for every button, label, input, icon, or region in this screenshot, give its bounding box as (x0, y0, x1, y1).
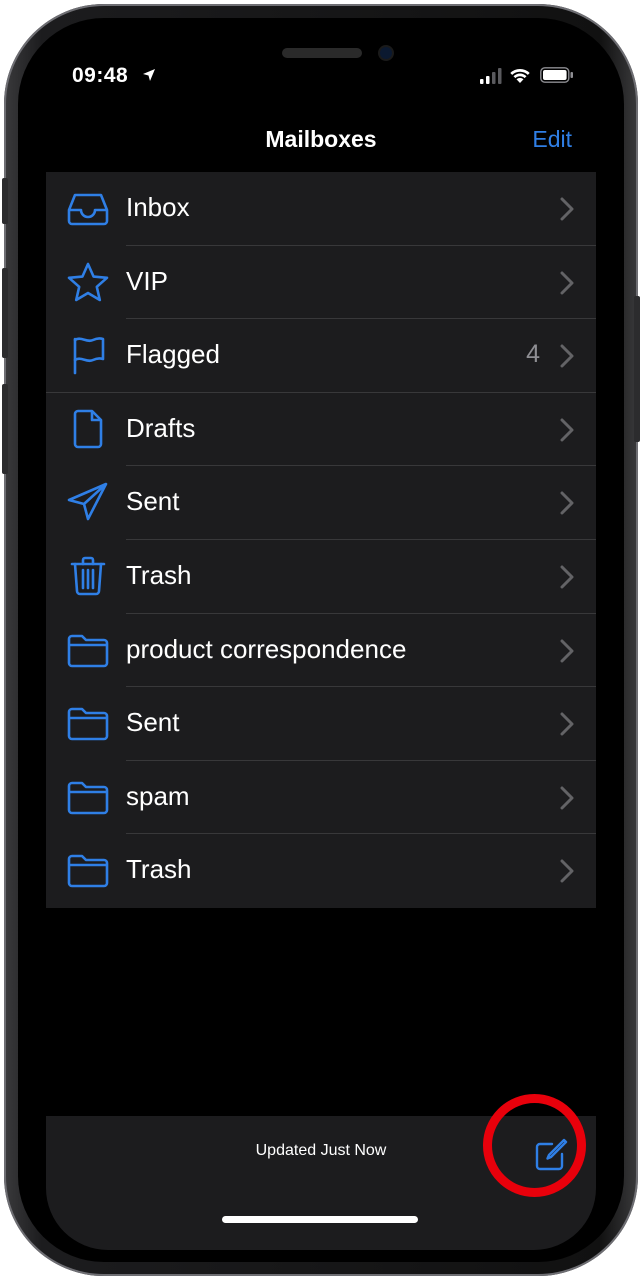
battery-icon (540, 67, 574, 88)
folder-icon (66, 703, 110, 743)
home-indicator[interactable] (222, 1216, 418, 1223)
power-button (634, 296, 640, 442)
action-button (2, 178, 8, 224)
front-camera (380, 47, 392, 59)
mailbox-label: Inbox (126, 192, 190, 222)
folder-icon (66, 630, 110, 670)
chevron-right-icon (560, 418, 574, 442)
screen: 09:48 Mailboxes Edit Inbox VIP Flagged 4… (46, 30, 596, 1250)
mailbox-label: Trash (126, 559, 192, 590)
mailbox-row-spam[interactable]: spam (46, 761, 596, 835)
mailbox-label: Flagged (126, 339, 220, 370)
chevron-right-icon (560, 786, 574, 810)
cellular-signal-icon (480, 68, 502, 89)
inbox-tray-icon (66, 188, 110, 228)
mailbox-row-trash-folder[interactable]: Trash (46, 834, 596, 908)
mailbox-row-flagged[interactable]: Flagged 4 (46, 319, 596, 393)
mailbox-list: Inbox VIP Flagged 4 Drafts Sent Trash pr… (46, 172, 596, 908)
mailbox-label: spam (126, 780, 190, 811)
status-time: 09:48 (72, 64, 129, 87)
unread-count: 4 (526, 340, 540, 369)
mailbox-label: Sent (126, 707, 180, 738)
chevron-right-icon (560, 197, 574, 221)
mailbox-row-trash[interactable]: Trash (46, 540, 596, 614)
highlight-circle (483, 1094, 586, 1197)
chevron-right-icon (560, 491, 574, 515)
mailbox-row-drafts[interactable]: Drafts (46, 393, 596, 467)
chevron-right-icon (560, 271, 574, 295)
mailbox-row-sent-folder[interactable]: Sent (46, 687, 596, 761)
folder-icon (66, 850, 110, 890)
chevron-right-icon (560, 565, 574, 589)
star-icon (66, 262, 110, 302)
folder-icon (66, 777, 110, 817)
mailbox-label: Drafts (126, 412, 196, 443)
mailbox-row-vip[interactable]: VIP (46, 246, 596, 320)
wifi-icon (508, 66, 532, 89)
chevron-right-icon (560, 344, 574, 368)
document-icon (66, 409, 110, 449)
flag-icon (66, 335, 110, 375)
mailbox-label: product correspondence (126, 633, 407, 664)
chevron-right-icon (560, 639, 574, 663)
mailbox-label: Trash (126, 854, 192, 885)
chevron-right-icon (560, 712, 574, 736)
volume-up-button (2, 268, 8, 358)
paper-plane-icon (66, 482, 110, 522)
mailbox-label: Sent (126, 486, 180, 517)
earpiece-speaker (282, 48, 362, 58)
volume-down-button (2, 384, 8, 474)
location-arrow-icon (142, 68, 156, 87)
page-title: Mailboxes (265, 126, 377, 152)
mailbox-row-product-correspondence[interactable]: product correspondence (46, 614, 596, 688)
mailbox-row-sent[interactable]: Sent (46, 466, 596, 540)
chevron-right-icon (560, 859, 574, 883)
edit-button[interactable]: Edit (532, 126, 572, 153)
mailbox-row-inbox[interactable]: Inbox (46, 172, 596, 246)
trash-icon (66, 556, 110, 596)
mailbox-label: VIP (126, 265, 168, 296)
navigation-bar: Mailboxes Edit (46, 120, 596, 160)
notch (166, 30, 476, 86)
